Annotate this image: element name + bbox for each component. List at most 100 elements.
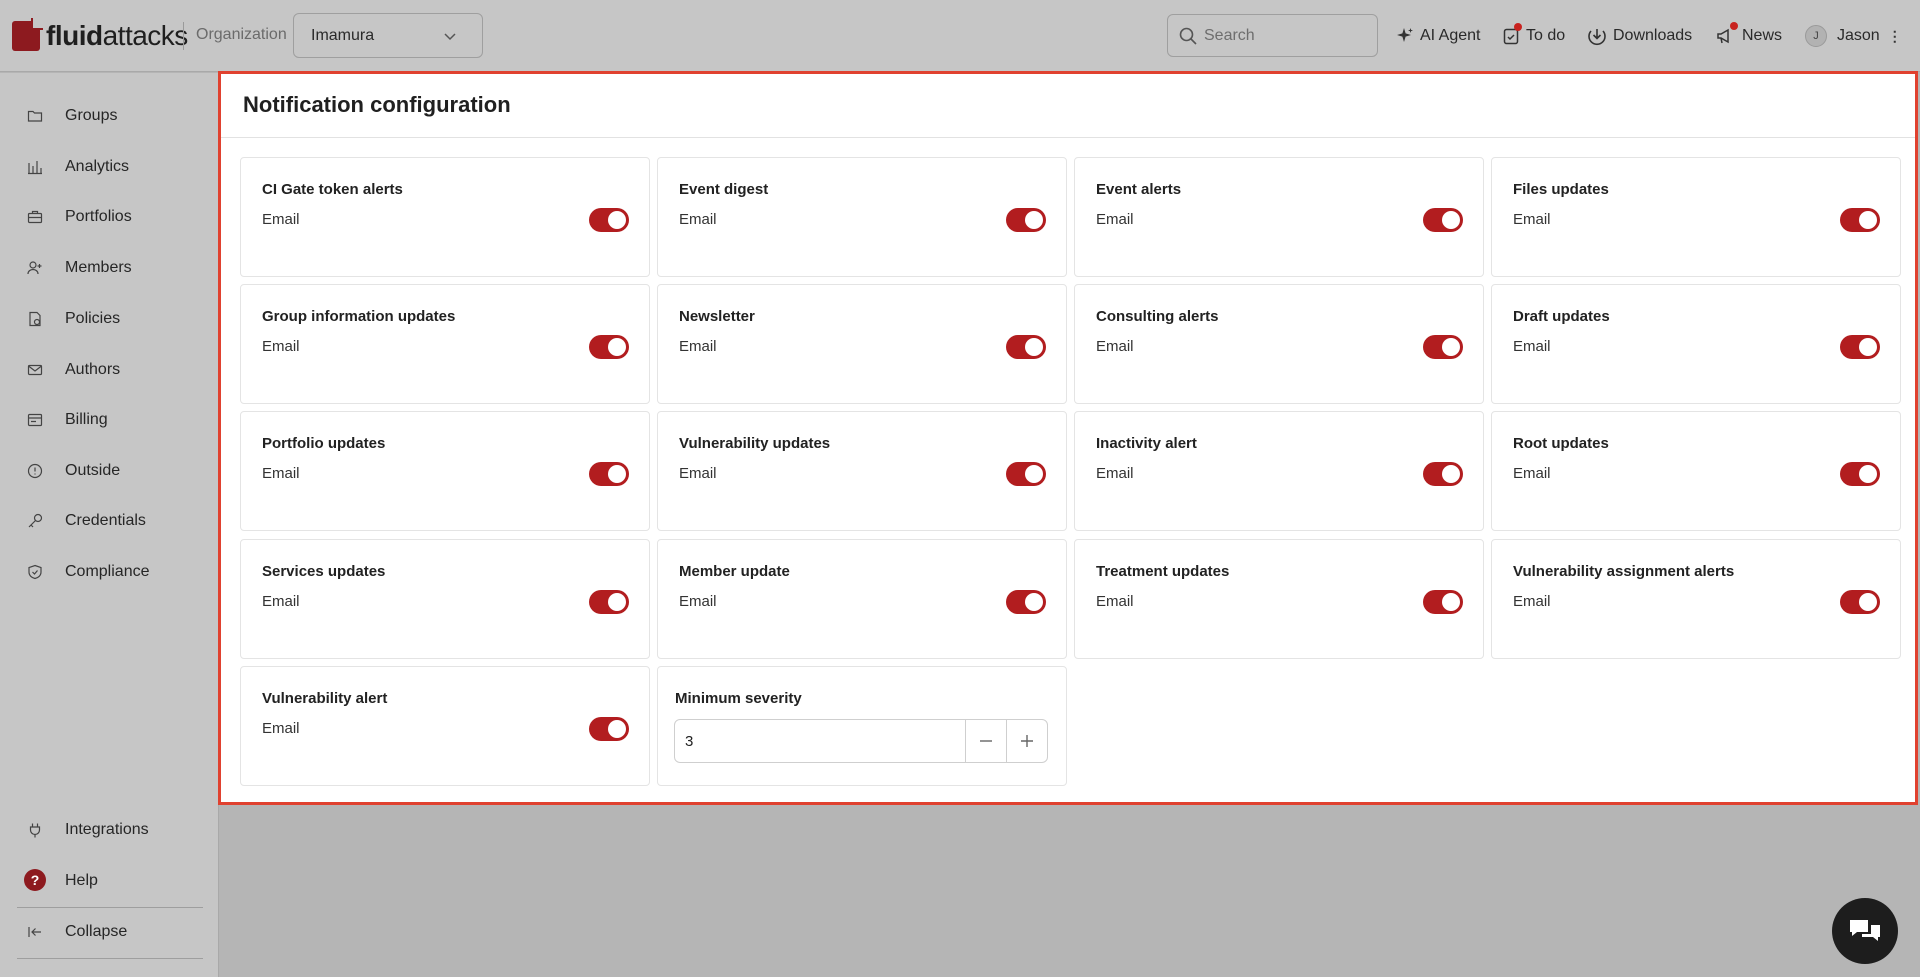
downloads-label: Downloads (1613, 27, 1693, 44)
notification-title: Vulnerability assignment alerts (1513, 563, 1735, 580)
notification-channel: Email (1096, 338, 1134, 355)
sidebar-item-label: Groups (65, 107, 118, 124)
sidebar-item-label: Authors (65, 361, 121, 378)
email-toggle[interactable] (1006, 462, 1046, 486)
sidebar-item-credentials[interactable]: Credentials (0, 501, 219, 541)
download-icon (1588, 29, 1606, 46)
increment-button[interactable] (1006, 720, 1047, 762)
notification-card: Event digest Email (657, 157, 1067, 277)
email-toggle[interactable] (1423, 208, 1463, 232)
notification-channel: Email (679, 593, 717, 610)
news-label: News (1742, 27, 1783, 44)
notification-card: Vulnerability updates Email (657, 411, 1067, 531)
ai-agent-button[interactable]: AI Agent (1396, 24, 1481, 48)
shield-icon (28, 564, 42, 580)
notification-title: Vulnerability alert (262, 690, 388, 707)
notification-channel: Email (262, 720, 300, 737)
email-toggle[interactable] (1840, 462, 1880, 486)
email-toggle[interactable] (1006, 208, 1046, 232)
search-icon (1179, 27, 1197, 45)
notification-card: Root updates Email (1491, 411, 1901, 531)
sidebar-item-integrations[interactable]: Integrations (0, 810, 219, 850)
search-input[interactable] (1204, 23, 1369, 49)
downloads-button[interactable]: Downloads (1587, 24, 1692, 48)
news-button[interactable]: News (1716, 22, 1783, 48)
sidebar-divider (17, 907, 203, 908)
plus-icon (1021, 735, 1033, 747)
notification-card: CI Gate token alerts Email (240, 157, 650, 277)
notification-configuration-panel: Notification configuration CI Gate token… (218, 71, 1918, 805)
email-toggle[interactable] (1423, 462, 1463, 486)
email-toggle[interactable] (1840, 590, 1880, 614)
notification-card: Newsletter Email (657, 284, 1067, 404)
brand-suffix: attacks (102, 20, 189, 51)
sidebar-item-policies[interactable]: Policies (0, 299, 219, 339)
email-toggle[interactable] (1423, 335, 1463, 359)
policy-icon (29, 311, 41, 327)
user-name: Jason (1837, 27, 1880, 44)
sidebar-item-label: Integrations (65, 821, 149, 838)
chevron-down-icon (444, 33, 456, 41)
logo-mark-icon (12, 18, 43, 51)
notification-channel: Email (679, 211, 717, 228)
sidebar-item-help[interactable]: ? Help (0, 861, 219, 901)
sidebar-item-label: Members (65, 259, 132, 276)
notification-card: Group information updates Email (240, 284, 650, 404)
chat-bubbles-icon (1850, 920, 1880, 941)
notification-card: Files updates Email (1491, 157, 1901, 277)
briefcase-icon (27, 210, 43, 224)
sidebar-item-label: Policies (65, 310, 121, 327)
todo-button[interactable]: To do (1502, 23, 1566, 48)
notification-title: Vulnerability updates (679, 435, 831, 452)
notification-title: Files updates (1513, 181, 1609, 198)
user-menu[interactable]: J Jason ⋮ (1805, 24, 1902, 48)
sidebar-item-label: Help (65, 872, 98, 889)
notification-title: Inactivity alert (1096, 435, 1197, 452)
sidebar-item-groups[interactable]: Groups (0, 96, 219, 136)
decrement-button[interactable] (965, 720, 1006, 762)
chat-launcher-button[interactable] (1832, 898, 1898, 964)
email-toggle[interactable] (1840, 335, 1880, 359)
minus-icon (980, 740, 992, 742)
sidebar-item-label: Compliance (65, 563, 150, 580)
panel-header: Notification configuration (221, 74, 1915, 138)
todo-label: To do (1526, 27, 1566, 44)
sidebar-item-label: Analytics (65, 158, 130, 175)
sidebar-item-label: Collapse (65, 923, 128, 940)
severity-stepper (674, 719, 1048, 763)
notification-card: Inactivity alert Email (1074, 411, 1484, 531)
sidebar-collapse-button[interactable]: Collapse (0, 912, 219, 952)
search-box[interactable] (1167, 14, 1378, 57)
email-toggle[interactable] (1423, 590, 1463, 614)
email-toggle[interactable] (1840, 208, 1880, 232)
organization-select[interactable]: Imamura (293, 13, 483, 58)
mail-icon (27, 364, 43, 376)
notification-card: Treatment updates Email (1074, 539, 1484, 659)
notification-title: Services updates (262, 563, 386, 580)
email-toggle[interactable] (589, 590, 629, 614)
email-toggle[interactable] (589, 208, 629, 232)
notification-title: Draft updates (1513, 308, 1610, 325)
avatar: J (1805, 25, 1827, 47)
sidebar-item-outside[interactable]: Outside (0, 451, 219, 491)
help-icon: ? (24, 869, 46, 891)
sidebar-item-billing[interactable]: Billing (0, 400, 219, 440)
minimum-severity-card: Minimum severity (657, 666, 1067, 786)
notification-channel: Email (679, 338, 717, 355)
severity-input[interactable] (685, 728, 955, 754)
email-toggle[interactable] (589, 717, 629, 741)
sidebar-item-authors[interactable]: Authors (0, 350, 219, 390)
sidebar-item-analytics[interactable]: Analytics (0, 147, 219, 187)
sidebar-item-members[interactable]: Members (0, 248, 219, 288)
email-toggle[interactable] (1006, 590, 1046, 614)
notification-title: Group information updates (262, 308, 456, 325)
notification-title: Newsletter (679, 308, 755, 325)
organization-label: Organization (196, 26, 287, 43)
email-toggle[interactable] (589, 462, 629, 486)
email-toggle[interactable] (589, 335, 629, 359)
email-toggle[interactable] (1006, 335, 1046, 359)
sidebar-item-compliance[interactable]: Compliance (0, 552, 219, 592)
outside-icon (27, 463, 43, 479)
sidebar-item-portfolios[interactable]: Portfolios (0, 197, 219, 237)
brand-logo[interactable]: fluidattacks (12, 18, 188, 54)
